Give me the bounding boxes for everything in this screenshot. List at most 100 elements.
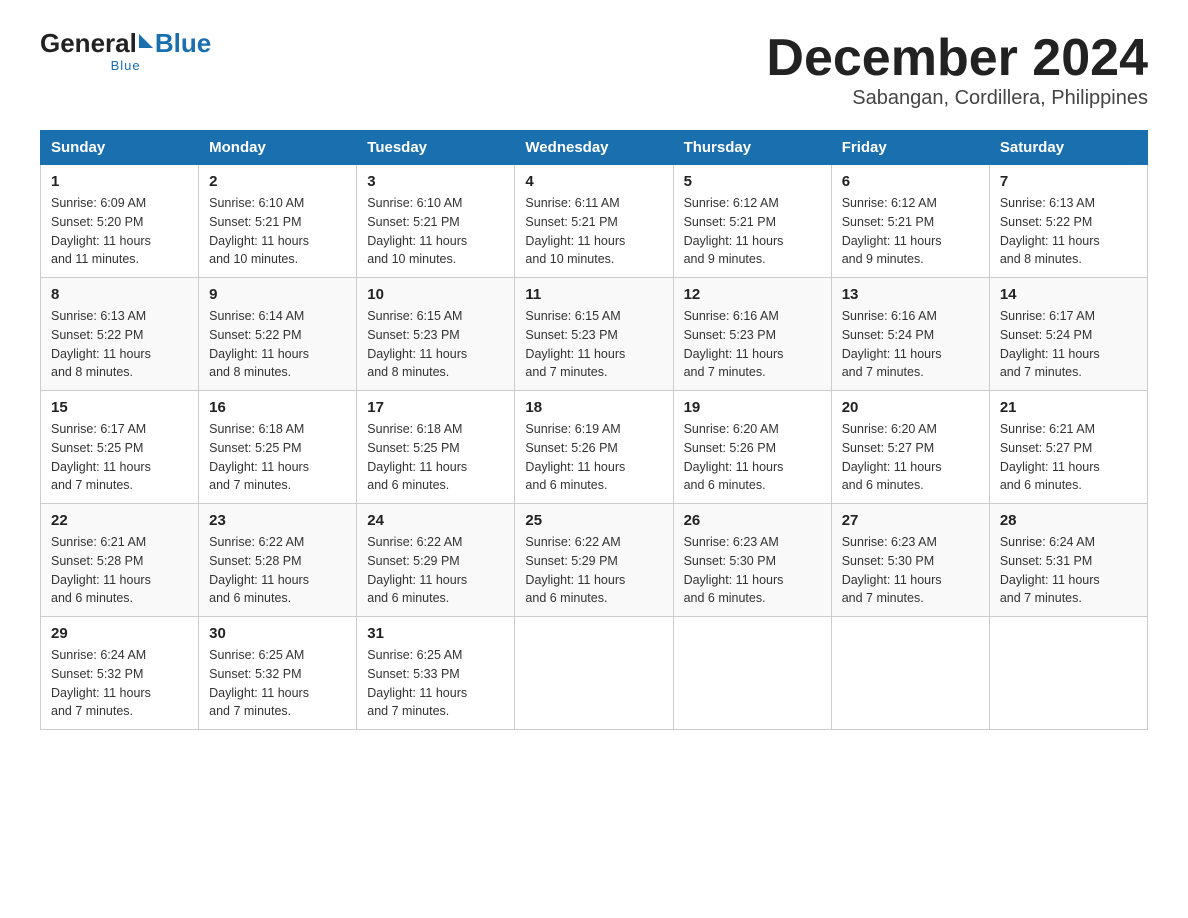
day-number: 2 (209, 173, 346, 190)
day-number: 4 (525, 173, 662, 190)
calendar-cell: 3 Sunrise: 6:10 AM Sunset: 5:21 PM Dayli… (357, 165, 515, 278)
calendar-cell: 20 Sunrise: 6:20 AM Sunset: 5:27 PM Dayl… (831, 391, 989, 504)
calendar-cell (673, 617, 831, 730)
calendar-cell: 1 Sunrise: 6:09 AM Sunset: 5:20 PM Dayli… (41, 165, 199, 278)
logo: General Blue Blue (40, 30, 211, 73)
day-number: 14 (1000, 286, 1137, 303)
day-info: Sunrise: 6:10 AM Sunset: 5:21 PM Dayligh… (209, 194, 346, 269)
day-info: Sunrise: 6:14 AM Sunset: 5:22 PM Dayligh… (209, 307, 346, 382)
day-number: 1 (51, 173, 188, 190)
calendar-cell: 30 Sunrise: 6:25 AM Sunset: 5:32 PM Dayl… (199, 617, 357, 730)
calendar-cell: 14 Sunrise: 6:17 AM Sunset: 5:24 PM Dayl… (989, 278, 1147, 391)
day-number: 15 (51, 399, 188, 416)
day-info: Sunrise: 6:21 AM Sunset: 5:28 PM Dayligh… (51, 533, 188, 608)
calendar-cell: 31 Sunrise: 6:25 AM Sunset: 5:33 PM Dayl… (357, 617, 515, 730)
day-number: 23 (209, 512, 346, 529)
calendar-cell: 29 Sunrise: 6:24 AM Sunset: 5:32 PM Dayl… (41, 617, 199, 730)
calendar-cell: 26 Sunrise: 6:23 AM Sunset: 5:30 PM Dayl… (673, 504, 831, 617)
day-info: Sunrise: 6:20 AM Sunset: 5:26 PM Dayligh… (684, 420, 821, 495)
day-info: Sunrise: 6:15 AM Sunset: 5:23 PM Dayligh… (367, 307, 504, 382)
calendar-header-saturday: Saturday (989, 131, 1147, 165)
logo-tagline: Blue (40, 58, 211, 73)
day-info: Sunrise: 6:17 AM Sunset: 5:25 PM Dayligh… (51, 420, 188, 495)
month-title: December 2024 (766, 30, 1148, 87)
calendar-cell: 22 Sunrise: 6:21 AM Sunset: 5:28 PM Dayl… (41, 504, 199, 617)
day-info: Sunrise: 6:19 AM Sunset: 5:26 PM Dayligh… (525, 420, 662, 495)
day-info: Sunrise: 6:22 AM Sunset: 5:29 PM Dayligh… (525, 533, 662, 608)
calendar-cell: 21 Sunrise: 6:21 AM Sunset: 5:27 PM Dayl… (989, 391, 1147, 504)
day-number: 8 (51, 286, 188, 303)
day-number: 22 (51, 512, 188, 529)
day-number: 21 (1000, 399, 1137, 416)
calendar-cell (515, 617, 673, 730)
day-number: 13 (842, 286, 979, 303)
calendar-cell: 23 Sunrise: 6:22 AM Sunset: 5:28 PM Dayl… (199, 504, 357, 617)
day-info: Sunrise: 6:12 AM Sunset: 5:21 PM Dayligh… (684, 194, 821, 269)
day-info: Sunrise: 6:13 AM Sunset: 5:22 PM Dayligh… (51, 307, 188, 382)
day-number: 20 (842, 399, 979, 416)
logo-arrow-icon (139, 34, 153, 48)
day-number: 5 (684, 173, 821, 190)
day-info: Sunrise: 6:25 AM Sunset: 5:32 PM Dayligh… (209, 646, 346, 721)
day-number: 6 (842, 173, 979, 190)
day-info: Sunrise: 6:21 AM Sunset: 5:27 PM Dayligh… (1000, 420, 1137, 495)
day-info: Sunrise: 6:17 AM Sunset: 5:24 PM Dayligh… (1000, 307, 1137, 382)
calendar-cell: 7 Sunrise: 6:13 AM Sunset: 5:22 PM Dayli… (989, 165, 1147, 278)
day-info: Sunrise: 6:15 AM Sunset: 5:23 PM Dayligh… (525, 307, 662, 382)
page-header: General Blue Blue December 2024 Sabangan… (40, 30, 1148, 110)
day-info: Sunrise: 6:12 AM Sunset: 5:21 PM Dayligh… (842, 194, 979, 269)
day-number: 17 (367, 399, 504, 416)
title-block: December 2024 Sabangan, Cordillera, Phil… (766, 30, 1148, 110)
calendar-cell: 24 Sunrise: 6:22 AM Sunset: 5:29 PM Dayl… (357, 504, 515, 617)
calendar-header-monday: Monday (199, 131, 357, 165)
calendar-week-row: 8 Sunrise: 6:13 AM Sunset: 5:22 PM Dayli… (41, 278, 1148, 391)
calendar-header-friday: Friday (831, 131, 989, 165)
calendar-cell: 4 Sunrise: 6:11 AM Sunset: 5:21 PM Dayli… (515, 165, 673, 278)
logo-blue-text: Blue (155, 30, 211, 56)
day-info: Sunrise: 6:24 AM Sunset: 5:31 PM Dayligh… (1000, 533, 1137, 608)
calendar-cell: 28 Sunrise: 6:24 AM Sunset: 5:31 PM Dayl… (989, 504, 1147, 617)
day-number: 11 (525, 286, 662, 303)
calendar-cell: 11 Sunrise: 6:15 AM Sunset: 5:23 PM Dayl… (515, 278, 673, 391)
day-number: 19 (684, 399, 821, 416)
calendar-cell: 2 Sunrise: 6:10 AM Sunset: 5:21 PM Dayli… (199, 165, 357, 278)
day-number: 29 (51, 625, 188, 642)
calendar-cell: 19 Sunrise: 6:20 AM Sunset: 5:26 PM Dayl… (673, 391, 831, 504)
calendar-cell: 9 Sunrise: 6:14 AM Sunset: 5:22 PM Dayli… (199, 278, 357, 391)
calendar-week-row: 29 Sunrise: 6:24 AM Sunset: 5:32 PM Dayl… (41, 617, 1148, 730)
calendar-week-row: 15 Sunrise: 6:17 AM Sunset: 5:25 PM Dayl… (41, 391, 1148, 504)
day-number: 28 (1000, 512, 1137, 529)
day-number: 24 (367, 512, 504, 529)
day-number: 27 (842, 512, 979, 529)
day-info: Sunrise: 6:24 AM Sunset: 5:32 PM Dayligh… (51, 646, 188, 721)
day-number: 30 (209, 625, 346, 642)
calendar-header-tuesday: Tuesday (357, 131, 515, 165)
day-number: 26 (684, 512, 821, 529)
day-number: 31 (367, 625, 504, 642)
day-info: Sunrise: 6:11 AM Sunset: 5:21 PM Dayligh… (525, 194, 662, 269)
logo-general-text: General (40, 30, 137, 56)
day-number: 10 (367, 286, 504, 303)
day-number: 18 (525, 399, 662, 416)
calendar-cell: 27 Sunrise: 6:23 AM Sunset: 5:30 PM Dayl… (831, 504, 989, 617)
calendar-cell: 8 Sunrise: 6:13 AM Sunset: 5:22 PM Dayli… (41, 278, 199, 391)
location-subtitle: Sabangan, Cordillera, Philippines (766, 87, 1148, 110)
day-info: Sunrise: 6:22 AM Sunset: 5:28 PM Dayligh… (209, 533, 346, 608)
day-info: Sunrise: 6:13 AM Sunset: 5:22 PM Dayligh… (1000, 194, 1137, 269)
day-info: Sunrise: 6:25 AM Sunset: 5:33 PM Dayligh… (367, 646, 504, 721)
day-number: 16 (209, 399, 346, 416)
day-number: 3 (367, 173, 504, 190)
calendar-cell: 25 Sunrise: 6:22 AM Sunset: 5:29 PM Dayl… (515, 504, 673, 617)
calendar-week-row: 22 Sunrise: 6:21 AM Sunset: 5:28 PM Dayl… (41, 504, 1148, 617)
calendar-cell: 17 Sunrise: 6:18 AM Sunset: 5:25 PM Dayl… (357, 391, 515, 504)
calendar-cell: 18 Sunrise: 6:19 AM Sunset: 5:26 PM Dayl… (515, 391, 673, 504)
day-info: Sunrise: 6:22 AM Sunset: 5:29 PM Dayligh… (367, 533, 504, 608)
calendar-header-sunday: Sunday (41, 131, 199, 165)
day-info: Sunrise: 6:23 AM Sunset: 5:30 PM Dayligh… (842, 533, 979, 608)
day-info: Sunrise: 6:16 AM Sunset: 5:24 PM Dayligh… (842, 307, 979, 382)
day-number: 7 (1000, 173, 1137, 190)
calendar-cell: 6 Sunrise: 6:12 AM Sunset: 5:21 PM Dayli… (831, 165, 989, 278)
calendar-cell: 12 Sunrise: 6:16 AM Sunset: 5:23 PM Dayl… (673, 278, 831, 391)
calendar-table: SundayMondayTuesdayWednesdayThursdayFrid… (40, 130, 1148, 730)
calendar-week-row: 1 Sunrise: 6:09 AM Sunset: 5:20 PM Dayli… (41, 165, 1148, 278)
